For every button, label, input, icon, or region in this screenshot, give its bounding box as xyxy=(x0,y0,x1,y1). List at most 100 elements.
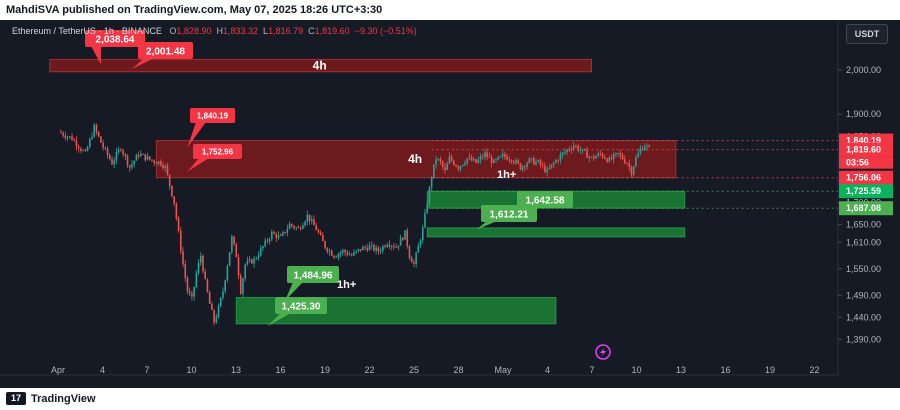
candle-body-97 xyxy=(275,233,278,238)
chart-frame[interactable]: 4h 4h 2,038.64 2,001.48 1,840.19 1,752.96 1,64… xyxy=(0,20,900,388)
candle-body-133 xyxy=(355,250,357,253)
publisher-bar: MahdiSVA published on TradingView.com, M… xyxy=(0,0,900,20)
candle-body-112 xyxy=(308,214,311,222)
y-tick-label-6: 1,650.00 xyxy=(846,220,881,230)
candle-body-81 xyxy=(239,275,242,294)
price-chart[interactable]: 4h 4h 2,038.64 2,001.48 1,840.19 1,752.96 1,64… xyxy=(0,20,900,388)
candle-body-146 xyxy=(384,246,386,247)
candle-body-141 xyxy=(373,244,375,251)
candle-body-217 xyxy=(541,164,544,166)
candle-body-245 xyxy=(604,157,606,159)
candle-body-79 xyxy=(235,244,238,258)
candle-body-243 xyxy=(599,153,602,155)
candle-body-251 xyxy=(617,152,619,154)
candle-body-63 xyxy=(199,255,202,263)
candle-body-90 xyxy=(259,248,262,256)
candle-body-239 xyxy=(590,156,593,158)
publisher-text: MahdiSVA published on TradingView.com, M… xyxy=(6,4,383,16)
low-value: 1,816.79 xyxy=(268,26,304,36)
callout-text-7: 1,425.30 xyxy=(282,302,321,313)
candle-body-218 xyxy=(544,165,546,172)
candle-body-215 xyxy=(537,160,540,162)
y-tick-label-9: 1,490.00 xyxy=(846,290,881,300)
candle-body-91 xyxy=(262,246,264,249)
y-tick-label-0: 2,000.00 xyxy=(846,65,881,75)
symbol-name[interactable]: Ethereum / TetherUS · 1h · BINANCE xyxy=(12,26,162,36)
callout-text-1: 2,001.48 xyxy=(146,47,185,58)
candle-body-254 xyxy=(624,159,626,164)
candle-body-168 xyxy=(433,164,435,178)
candle-body-221 xyxy=(550,164,553,168)
candle-body-242 xyxy=(597,153,599,157)
candle-body-134 xyxy=(357,248,360,251)
x-tick-label-3: 10 xyxy=(186,365,196,375)
candle-body-184 xyxy=(468,157,471,159)
candle-body-48 xyxy=(166,165,169,175)
candle-body-238 xyxy=(588,156,591,159)
candle-body-58 xyxy=(188,291,191,294)
timeframe-note-0: 1h+ xyxy=(497,169,516,181)
candle-body-57 xyxy=(186,277,189,292)
x-tick-label-4: 13 xyxy=(231,365,241,375)
candle-body-205 xyxy=(515,160,517,163)
x-tick-label-14: 13 xyxy=(676,365,686,375)
candle-body-156 xyxy=(406,230,409,247)
candle-body-135 xyxy=(359,248,362,251)
candle-body-19 xyxy=(102,142,104,148)
candle-body-147 xyxy=(386,244,389,247)
candle-body-195 xyxy=(493,159,495,164)
candle-body-46 xyxy=(162,165,164,168)
candle-body-192 xyxy=(486,152,488,157)
candle-body-224 xyxy=(557,160,559,161)
candle-body-212 xyxy=(530,158,533,159)
candle-body-162 xyxy=(419,240,422,246)
callout-text-5: 1,612.21 xyxy=(490,210,529,221)
candle-body-43 xyxy=(155,162,158,164)
candle-body-77 xyxy=(231,236,233,253)
candle-body-111 xyxy=(306,214,309,222)
candle-body-40 xyxy=(148,156,151,160)
candle-body-262 xyxy=(641,148,644,151)
candle-body-62 xyxy=(197,262,200,273)
candle-body-190 xyxy=(481,156,484,158)
candle-body-241 xyxy=(595,156,597,159)
candle-body-115 xyxy=(315,225,318,231)
candle-body-126 xyxy=(339,252,342,254)
x-tick-label-16: 19 xyxy=(765,365,775,375)
tradingview-logo[interactable]: 17 TradingView xyxy=(6,392,96,405)
candle-body-102 xyxy=(286,228,289,233)
candle-body-216 xyxy=(539,160,542,165)
candle-body-98 xyxy=(277,235,280,238)
candle-body-233 xyxy=(577,145,579,151)
candle-body-158 xyxy=(410,257,413,263)
candle-body-15 xyxy=(93,125,96,137)
candle-body-232 xyxy=(575,145,577,147)
candle-body-5 xyxy=(71,136,73,141)
tradingview-logo-icon: 17 xyxy=(6,392,26,405)
candle-body-8 xyxy=(77,146,80,149)
candle-body-125 xyxy=(337,253,340,257)
candle-body-83 xyxy=(244,264,246,279)
candle-body-220 xyxy=(548,167,551,169)
candle-body-31 xyxy=(128,165,131,168)
candle-body-93 xyxy=(266,240,269,242)
candle-body-136 xyxy=(362,246,364,251)
candle-body-188 xyxy=(477,159,480,163)
candle-body-130 xyxy=(348,254,351,256)
candle-body-213 xyxy=(532,158,535,165)
y-tick-label-11: 1,390.00 xyxy=(846,334,881,344)
candle-body-229 xyxy=(568,149,571,151)
candle-body-193 xyxy=(488,156,491,158)
currency-button[interactable]: USDT xyxy=(846,24,888,44)
candle-body-92 xyxy=(264,240,266,247)
candle-body-145 xyxy=(382,246,384,251)
candle-body-47 xyxy=(164,165,167,168)
candle-body-226 xyxy=(561,152,564,155)
brand-bar: 17 TradingView xyxy=(0,388,900,410)
candle-body-55 xyxy=(182,251,184,265)
candle-body-103 xyxy=(288,223,291,229)
callout-text-3: 1,752.96 xyxy=(202,148,234,157)
candle-body-240 xyxy=(592,156,595,159)
candle-body-123 xyxy=(333,255,335,258)
candle-body-70 xyxy=(215,316,218,323)
